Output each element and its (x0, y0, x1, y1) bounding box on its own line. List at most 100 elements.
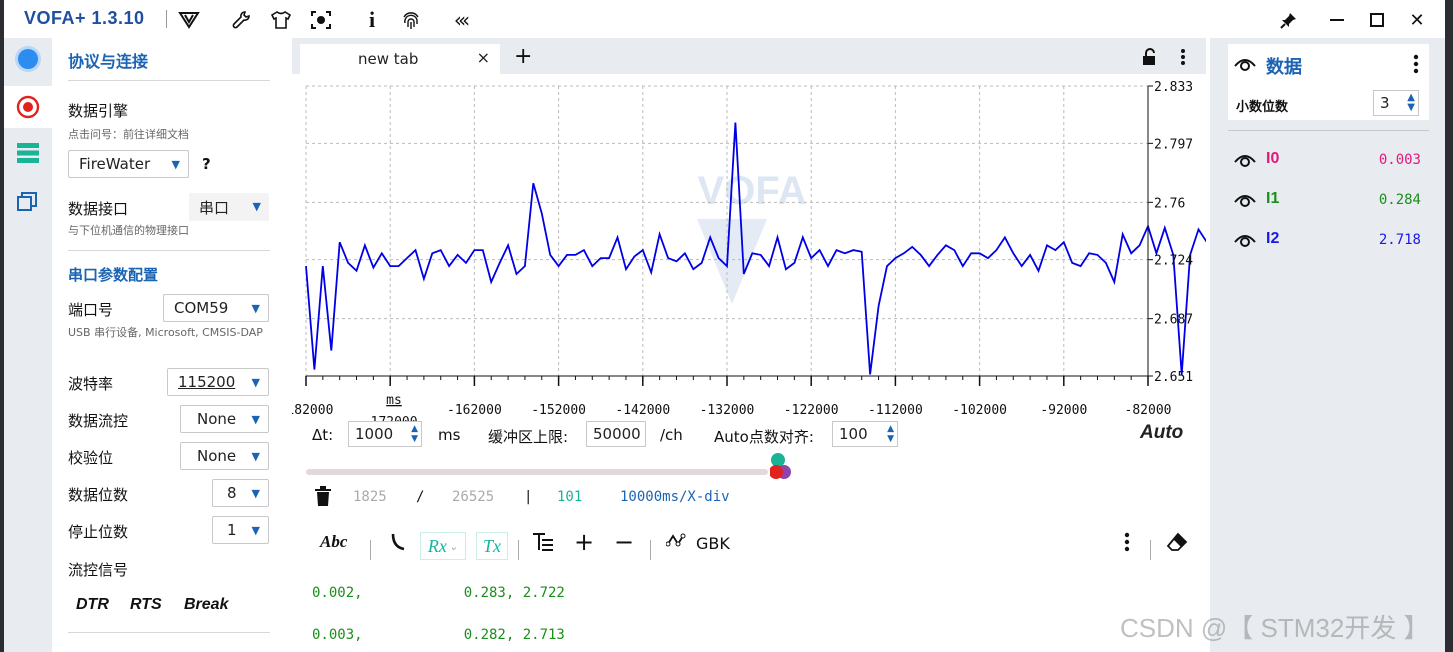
divider (68, 250, 270, 251)
engine-select[interactable]: FireWater ▼ (68, 150, 189, 178)
buffer-value: 50000 (593, 425, 641, 443)
maximize-icon[interactable] (1362, 6, 1392, 34)
interface-select[interactable]: 串口 ▼ (189, 193, 269, 221)
interface-label: 数据接口 (68, 200, 129, 218)
eye-icon[interactable] (1234, 56, 1256, 76)
y-tick-label: 2.76 (1154, 196, 1185, 211)
eye-icon[interactable] (1234, 152, 1256, 168)
zoom-in-icon[interactable]: + (574, 528, 594, 556)
buffer-input[interactable]: 50000 (586, 421, 646, 447)
help-link[interactable]: ? (202, 155, 211, 173)
align-input[interactable]: 100 ▲ ▼ (832, 421, 898, 447)
line-ending-icon[interactable] (390, 532, 406, 552)
decimals-input[interactable]: 3 ▲ ▼ (1373, 90, 1419, 116)
eye-icon[interactable] (1234, 232, 1256, 248)
spinner-icon[interactable]: ▲ ▼ (1407, 93, 1415, 113)
receive-toolbar: Abc Rx ⌄ Tx + − GBK (292, 526, 1206, 564)
waveform-chart[interactable]: VOFA 2.833 2.797 2.76 2.724 2.687 2.651 -1820… (292, 74, 1206, 444)
dt-unit: ms (438, 426, 461, 444)
parity-label: 校验位 (68, 449, 114, 467)
port-select[interactable]: COM59 ▼ (163, 294, 269, 322)
channel-name: I2 (1266, 230, 1280, 247)
channel-row[interactable]: I0 0.003 (1228, 146, 1429, 176)
y-tick-label: 2.797 (1154, 137, 1193, 152)
spinner-icon[interactable]: ▲ ▼ (411, 424, 418, 444)
stopbits-label: 停止位数 (68, 523, 129, 541)
spinner-icon[interactable]: ▲ ▼ (887, 424, 894, 444)
flow-select[interactable]: None ▼ (180, 405, 269, 433)
tab-bar: new tab × + (292, 38, 1206, 74)
minimize-icon[interactable] (1322, 6, 1352, 34)
chevron-down-icon: ▼ (251, 302, 260, 315)
shirt-icon[interactable] (268, 7, 294, 33)
stat-div: 10000ms/X-div (620, 489, 730, 505)
baud-label: 波特率 (68, 375, 114, 393)
x-tick-label: -82000 (1125, 403, 1172, 418)
dt-input[interactable]: 1000 ▲ ▼ (348, 421, 422, 447)
connection-icon[interactable] (4, 38, 52, 80)
collapse-icon[interactable]: «‹ (447, 7, 473, 33)
dt-label: Δt: (312, 426, 334, 444)
chart-svg[interactable]: VOFA 2.833 2.797 2.76 2.724 2.687 2.651 -1820… (292, 74, 1206, 444)
tab-close-icon[interactable]: × (477, 48, 490, 67)
eraser-icon[interactable] (1166, 532, 1188, 552)
fingerprint-icon[interactable] (398, 7, 424, 33)
abc-button[interactable]: Abc (320, 532, 347, 552)
flow-label: 数据流控 (68, 412, 129, 430)
zoom-out-icon[interactable]: − (614, 528, 634, 556)
more-vert-icon[interactable] (1124, 532, 1130, 552)
buffer-label: 缓冲区上限: (488, 428, 569, 446)
x-tick-label: -102000 (952, 403, 1007, 418)
lock-icon[interactable] (1142, 48, 1158, 70)
auto-button[interactable]: Auto (1140, 422, 1183, 444)
rx-line: 0.003, 0.282, 2.713 (312, 627, 565, 643)
pin-icon[interactable] (1274, 6, 1304, 34)
eye-icon[interactable] (1234, 192, 1256, 208)
dtr-button[interactable]: DTR (76, 596, 109, 614)
channel-name: I0 (1266, 150, 1280, 167)
more-vert-icon[interactable] (1413, 54, 1419, 78)
add-tab-button[interactable]: + (514, 44, 532, 69)
trash-icon[interactable] (314, 486, 332, 510)
chart-plot (305, 122, 1206, 375)
channel-value: 0.284 (1378, 192, 1421, 208)
info-icon[interactable]: i (359, 7, 385, 33)
capture-icon[interactable] (308, 7, 334, 33)
chart-grid (305, 85, 1149, 377)
baud-value: 115200 (178, 373, 236, 391)
menu-list-icon[interactable] (4, 132, 52, 174)
baud-select[interactable]: 115200 ▼ (167, 368, 269, 396)
windows-icon[interactable] (4, 180, 52, 222)
encoding-label[interactable]: GBK (696, 534, 730, 553)
chevron-down-icon: ▼ (171, 158, 180, 171)
rts-button[interactable]: RTS (130, 596, 162, 614)
slider-handle[interactable] (769, 452, 794, 484)
more-vert-icon[interactable] (1180, 48, 1186, 70)
y-tick-label: 2.651 (1154, 370, 1193, 385)
record-icon[interactable] (4, 86, 52, 128)
close-icon[interactable]: ✕ (1402, 6, 1432, 34)
tab-new[interactable]: new tab × (300, 44, 500, 74)
stat-points: 101 (557, 489, 583, 505)
divider (1228, 130, 1429, 131)
tx-toggle[interactable]: Tx (476, 532, 508, 560)
parity-select[interactable]: None ▼ (180, 442, 269, 470)
toolbar-separator (370, 540, 371, 560)
text-format-icon[interactable] (532, 532, 554, 552)
wrench-icon[interactable] (228, 7, 254, 33)
encoding-icon[interactable] (666, 532, 686, 548)
range-slider[interactable] (306, 469, 768, 475)
x-unit-label: ms (386, 393, 402, 408)
chevron-down-icon: ▼ (251, 524, 260, 537)
break-button[interactable]: Break (184, 596, 228, 614)
align-label: Auto点数对齐: (714, 428, 814, 446)
title-separator (166, 10, 167, 28)
stopbits-select[interactable]: 1 ▼ (212, 516, 269, 544)
title-bar: VOFA+ 1.3.10 i «‹ ✕ (4, 0, 1445, 38)
databits-select[interactable]: 8 ▼ (212, 479, 269, 507)
channel-row[interactable]: I1 0.284 (1228, 186, 1429, 216)
vofa-logo-icon[interactable] (176, 7, 202, 33)
buffer-unit: /ch (660, 426, 683, 444)
channel-row[interactable]: I2 2.718 (1228, 226, 1429, 256)
rx-toggle[interactable]: Rx ⌄ (420, 532, 466, 560)
